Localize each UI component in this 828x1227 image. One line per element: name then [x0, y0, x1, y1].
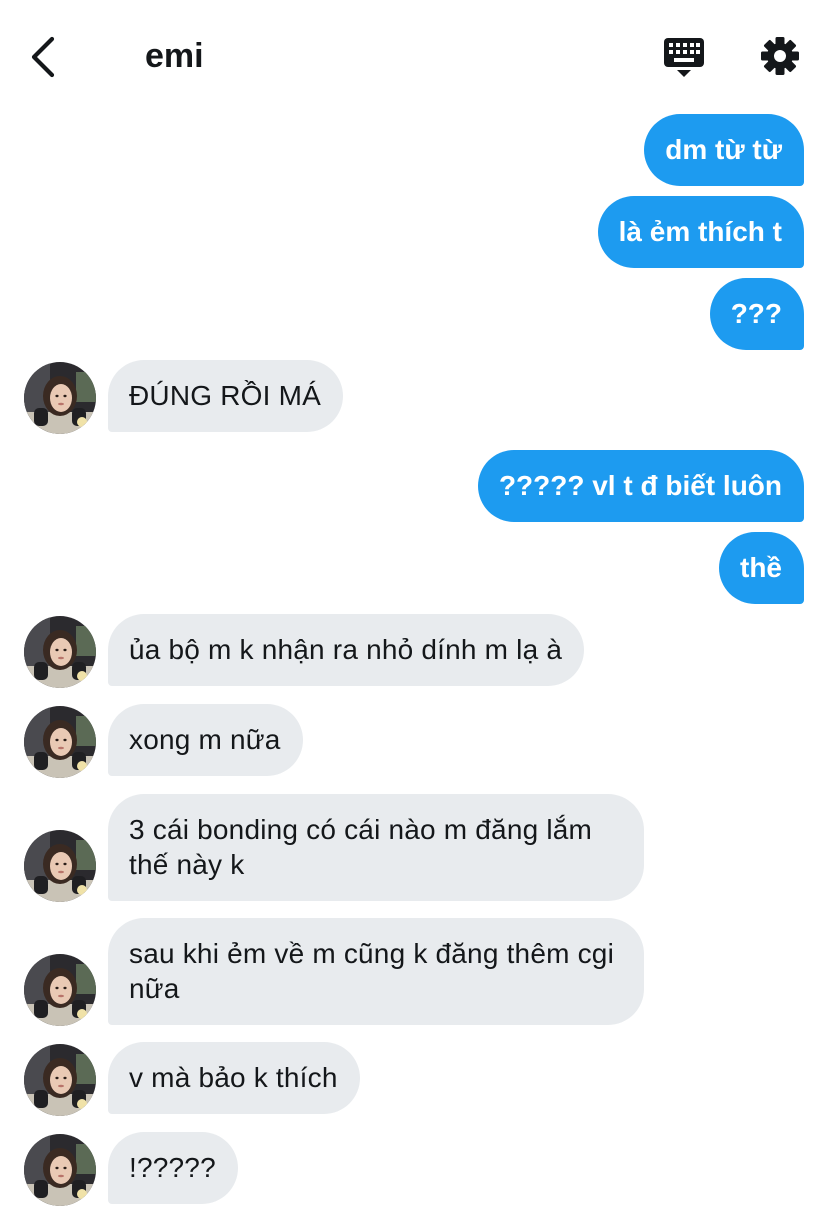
contact-avatar[interactable]: [24, 1044, 96, 1116]
incoming-message[interactable]: ủa bộ m k nhận ra nhỏ dính m lạ à: [108, 614, 585, 686]
conversation-header: emi: [0, 0, 828, 110]
contact-photo: [24, 830, 96, 902]
contact-avatar[interactable]: [24, 830, 96, 902]
outgoing-message[interactable]: dm từ từ: [644, 114, 804, 186]
incoming-message[interactable]: xong m nữa: [108, 704, 303, 776]
conversation-title[interactable]: emi: [145, 34, 204, 78]
contact-photo: [24, 706, 96, 778]
contact-avatar[interactable]: [24, 1134, 96, 1206]
contact-avatar[interactable]: [24, 706, 96, 778]
contact-avatar[interactable]: [24, 954, 96, 1026]
contact-photo: [24, 362, 96, 434]
incoming-message[interactable]: ĐÚNG RỒI MÁ: [108, 360, 343, 432]
settings-button[interactable]: [756, 32, 804, 80]
contact-photo: [24, 616, 96, 688]
contact-avatar[interactable]: [24, 616, 96, 688]
incoming-message[interactable]: 3 cái bonding có cái nào m đăng lắm thế …: [108, 794, 644, 901]
incoming-message[interactable]: !?????: [108, 1132, 238, 1204]
keyboard-icon: [664, 38, 704, 77]
keyboard-button[interactable]: [660, 34, 708, 82]
contact-photo: [24, 1134, 96, 1206]
outgoing-message[interactable]: thề: [719, 532, 804, 604]
contact-avatar[interactable]: [24, 362, 96, 434]
outgoing-message[interactable]: ???: [709, 278, 804, 350]
contact-photo: [24, 954, 96, 1026]
outgoing-message[interactable]: là ẻm thích t: [597, 196, 804, 268]
gear-icon: [761, 37, 799, 75]
contact-photo: [24, 1044, 96, 1116]
chevron-left-icon: [31, 36, 55, 78]
incoming-message[interactable]: sau khi ẻm về m cũng k đăng thêm cgi nữa: [108, 918, 644, 1025]
incoming-message[interactable]: v mà bảo k thích: [108, 1042, 360, 1114]
back-button[interactable]: [22, 30, 72, 84]
outgoing-message[interactable]: ????? vl t đ biết luôn: [477, 450, 804, 522]
